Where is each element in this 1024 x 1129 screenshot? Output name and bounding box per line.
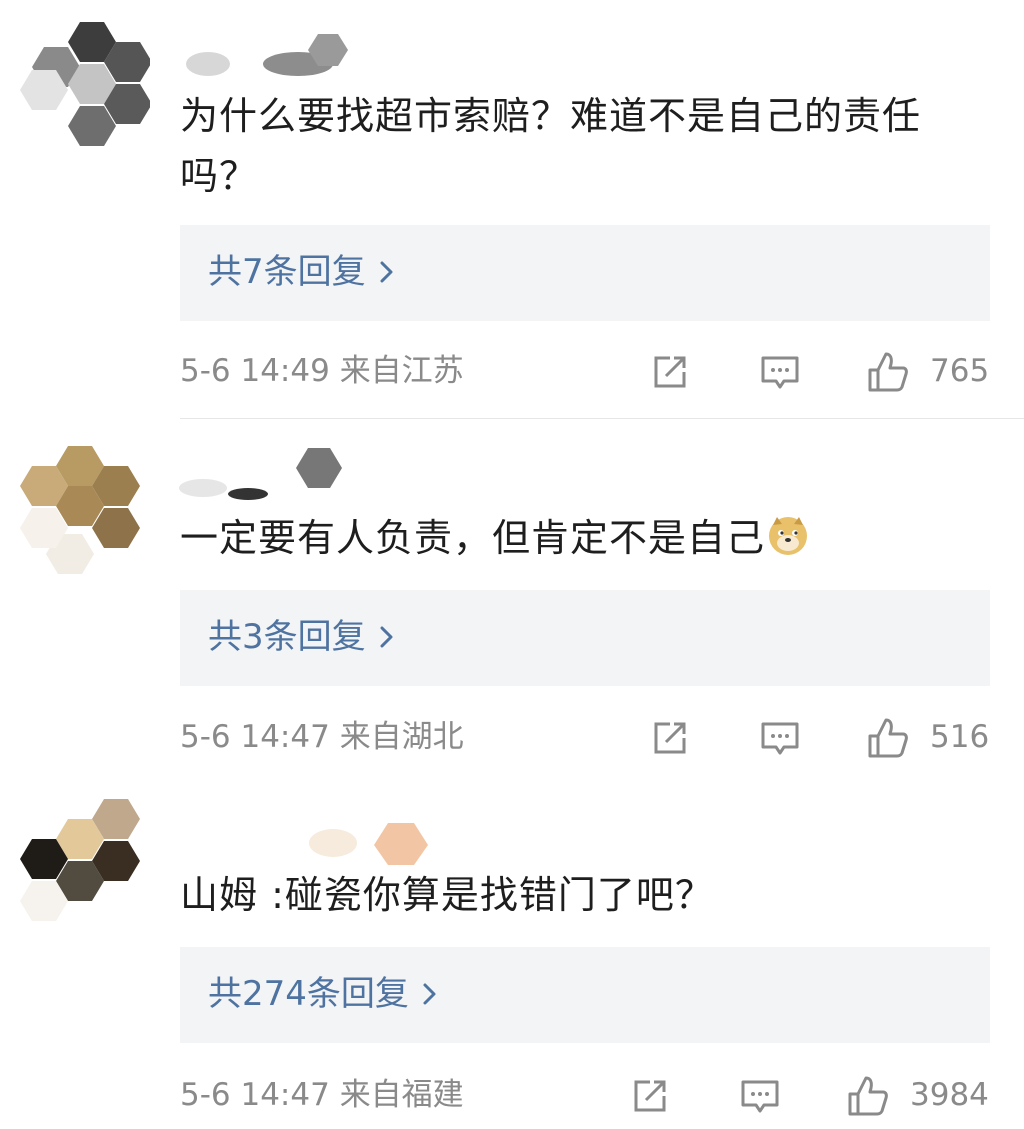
chevron-right-icon: [380, 261, 393, 283]
username-blurred[interactable]: [178, 24, 378, 76]
share-icon[interactable]: [648, 716, 692, 760]
share-icon[interactable]: [628, 1074, 672, 1118]
username-blurred[interactable]: [178, 446, 378, 500]
comment-item: 山姆 :碰瓷你算是找错门了吧？ 共274条回复 5-6 14:47 来自福建 3…: [0, 785, 1024, 1129]
chevron-right-icon: [423, 983, 436, 1005]
comment-meta: 5-6 14:47 来自湖北 516: [180, 712, 990, 762]
timestamp: 5-6 14:47: [180, 719, 330, 755]
share-icon[interactable]: [648, 350, 692, 394]
comment-text: 一定要有人负责，但肯定不是自己: [180, 508, 980, 568]
thumbs-up-icon[interactable]: [866, 716, 910, 760]
divider: [180, 418, 1024, 419]
replies-button[interactable]: 共274条回复: [180, 947, 990, 1043]
comment-icon[interactable]: [738, 1074, 782, 1118]
username-blurred[interactable]: [178, 815, 428, 865]
comment-icon[interactable]: [758, 350, 802, 394]
thumbs-up-icon[interactable]: [866, 350, 910, 394]
comment-item: 为什么要找超市索赔？难道不是自己的责任吗？ 共7条回复 5-6 14:49 来自…: [0, 0, 1024, 420]
location: 来自江苏: [339, 353, 464, 389]
comment-text: 山姆 :碰瓷你算是找错门了吧？: [180, 873, 714, 917]
like-count: 765: [930, 353, 990, 389]
replies-label: 共7条回复: [208, 252, 366, 292]
like-count: 516: [930, 719, 990, 755]
replies-button[interactable]: 共3条回复: [180, 590, 990, 686]
comment-text: 为什么要找超市索赔？难道不是自己的责任吗？: [180, 94, 922, 198]
doge-emoji-icon: [769, 517, 808, 555]
location: 来自湖北: [339, 719, 464, 755]
comment-item: 一定要有人负责，但肯定不是自己 共3条回复 5-6 14:47 来自湖北 516: [0, 420, 1024, 785]
location: 来自福建: [339, 1077, 464, 1113]
like-count: 3984: [910, 1077, 989, 1113]
avatar[interactable]: [20, 799, 150, 929]
replies-label: 共3条回复: [208, 617, 366, 657]
comment-meta: 5-6 14:47 来自福建 3984: [180, 1070, 990, 1120]
timestamp: 5-6 14:47: [180, 1077, 330, 1113]
replies-label: 共274条回复: [208, 974, 409, 1014]
chevron-right-icon: [380, 626, 393, 648]
comment-meta: 5-6 14:49 来自江苏 765: [180, 346, 990, 396]
avatar[interactable]: [20, 446, 150, 576]
comment-icon[interactable]: [758, 716, 802, 760]
timestamp: 5-6 14:49: [180, 353, 330, 389]
thumbs-up-icon[interactable]: [846, 1074, 890, 1118]
replies-button[interactable]: 共7条回复: [180, 225, 990, 321]
avatar[interactable]: [20, 22, 150, 152]
